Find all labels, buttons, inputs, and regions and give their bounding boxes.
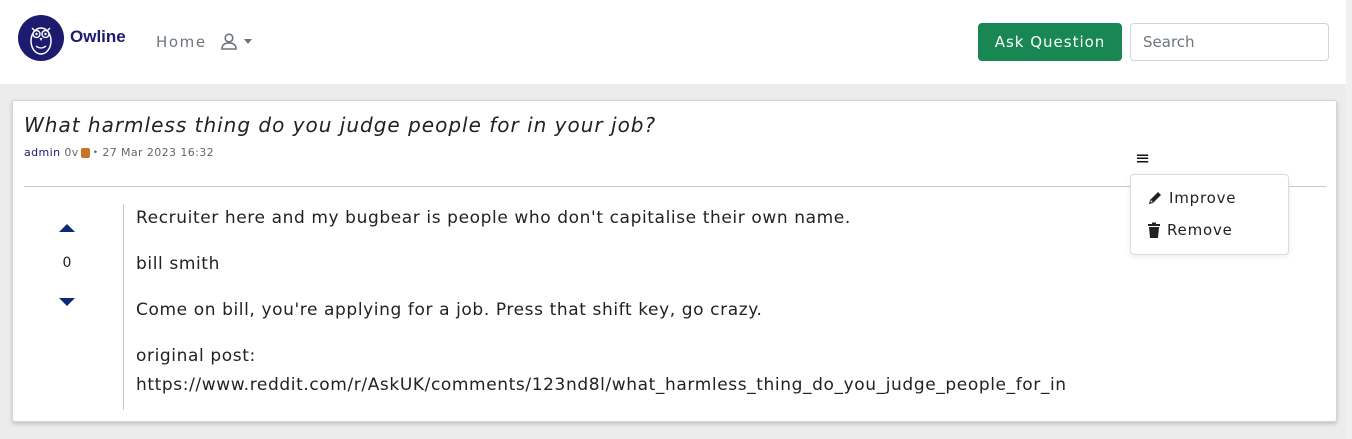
trash-icon xyxy=(1148,222,1160,238)
menu-item-label: Improve xyxy=(1169,189,1237,207)
top-navbar: Owline Home Ask Question xyxy=(0,0,1352,84)
ask-question-button[interactable]: Ask Question xyxy=(978,23,1122,61)
menu-item-label: Remove xyxy=(1167,221,1233,239)
answer-separator xyxy=(123,204,124,410)
answer-paragraph: Recruiter here and my bugbear is people … xyxy=(136,208,851,228)
source-link[interactable]: https://www.reddit.com/r/AskUK/comments/… xyxy=(136,373,1067,397)
question-card: What harmless thing do you judge people … xyxy=(12,100,1337,422)
vote-count: 0 xyxy=(62,255,72,271)
menu-item-improve[interactable]: Improve xyxy=(1147,189,1236,207)
owl-badge-icon xyxy=(80,147,90,158)
author-link[interactable]: admin xyxy=(24,146,60,159)
user-menu-toggle[interactable] xyxy=(220,32,252,50)
upvote-icon[interactable] xyxy=(59,223,75,233)
actions-dropdown: Improve Remove xyxy=(1130,174,1289,255)
search-input[interactable] xyxy=(1130,23,1329,61)
owl-logo-icon[interactable] xyxy=(18,15,64,61)
menu-toggle-icon[interactable]: ≡ xyxy=(1135,148,1150,169)
user-icon xyxy=(221,33,237,50)
answer-paragraph: Come on bill, you're applying for a job.… xyxy=(136,300,763,320)
author-score: 0v xyxy=(64,146,79,159)
downvote-icon[interactable] xyxy=(59,297,75,307)
vote-controls: 0 xyxy=(49,219,85,309)
pencil-icon xyxy=(1149,192,1161,204)
answer-body: Recruiter here and my bugbear is people … xyxy=(136,206,1067,397)
answer-paragraph: bill smith xyxy=(136,254,220,274)
question-meta: admin 0v • 27 Mar 2023 16:32 xyxy=(24,146,214,159)
chevron-down-icon xyxy=(244,38,252,44)
source-label: original post: xyxy=(136,346,256,366)
menu-item-remove[interactable]: Remove xyxy=(1147,221,1233,239)
question-title: What harmless thing do you judge people … xyxy=(24,113,657,137)
timestamp: 27 Mar 2023 16:32 xyxy=(102,146,215,159)
brand-name[interactable]: Owline xyxy=(70,27,126,47)
nav-home-link[interactable]: Home xyxy=(156,33,207,51)
scrollbar[interactable] xyxy=(1346,0,1352,439)
